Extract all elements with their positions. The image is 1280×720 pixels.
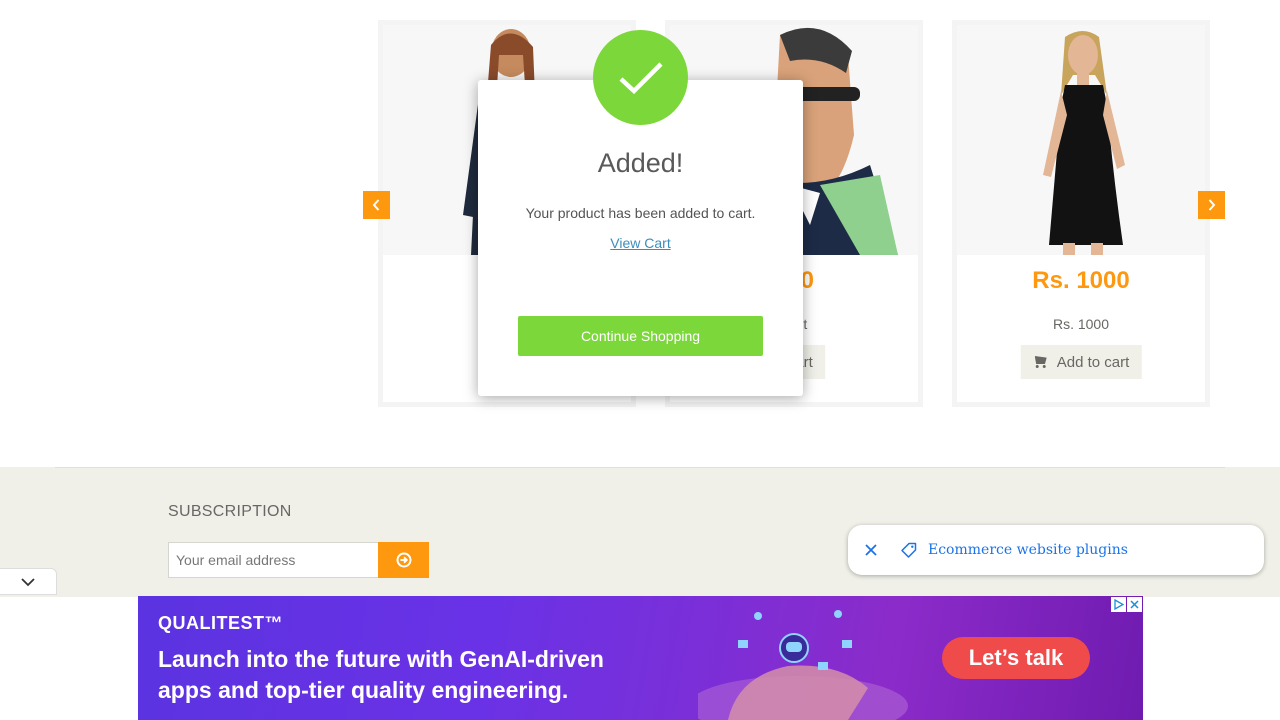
adchoices-icon: [1114, 599, 1124, 610]
continue-shopping-button[interactable]: Continue Shopping: [518, 316, 763, 356]
ad-illustration: [698, 610, 908, 720]
product-name: Rs. 1000: [1052, 316, 1110, 332]
product-price: Rs. 1000: [1032, 267, 1130, 294]
search-suggestion-chip[interactable]: Ecommerce website plugins: [848, 525, 1264, 575]
chevron-left-icon: [372, 199, 380, 211]
dialog-title: Added!: [597, 148, 684, 178]
ad-headline: Launch into the future with GenAI-driven: [158, 646, 604, 672]
view-cart-link[interactable]: View Cart: [478, 235, 803, 251]
carousel-prev-button[interactable]: [363, 191, 390, 219]
subscription-title: SUBSCRIPTION: [168, 503, 292, 520]
subscription-email-input[interactable]: [168, 542, 379, 578]
add-to-cart-button[interactable]: Add to cart: [1020, 345, 1142, 379]
tag-icon: [901, 542, 917, 558]
added-to-cart-dialog: Added! Your product has been added to ca…: [478, 80, 803, 396]
close-icon: [1130, 600, 1139, 609]
ad-close-button[interactable]: [1127, 597, 1142, 612]
check-icon: [618, 61, 663, 94]
chip-label: Ecommerce website plugins: [928, 542, 1128, 558]
ad-banner[interactable]: QUALITEST™ Launch into the future with G…: [138, 596, 1143, 720]
close-icon: [865, 544, 877, 556]
chevron-right-icon: [1208, 199, 1216, 211]
ad-brand: QUALITEST™: [158, 613, 283, 633]
collapse-ad-button[interactable]: [0, 568, 57, 595]
subscribe-button[interactable]: [378, 542, 429, 578]
arrow-circle-right-icon: [396, 552, 411, 568]
cart-icon: [1033, 355, 1049, 369]
product-image[interactable]: [957, 25, 1205, 255]
chevron-down-icon: [21, 577, 35, 586]
chip-close-button[interactable]: [848, 525, 894, 575]
divider: [55, 467, 1225, 468]
carousel-next-button[interactable]: [1198, 191, 1225, 219]
ad-subheadline: apps and top-tier quality engineering.: [158, 677, 569, 703]
ad-choices-button[interactable]: [1111, 597, 1126, 612]
add-to-cart-label: Add to cart: [1056, 353, 1130, 371]
ad-cta-button[interactable]: Let’s talk: [942, 637, 1090, 679]
product-card: Rs. 1000 Rs. 1000 Add to cart: [952, 20, 1210, 407]
dialog-message: Your product has been added to cart.: [525, 205, 756, 221]
success-badge: [593, 30, 688, 125]
